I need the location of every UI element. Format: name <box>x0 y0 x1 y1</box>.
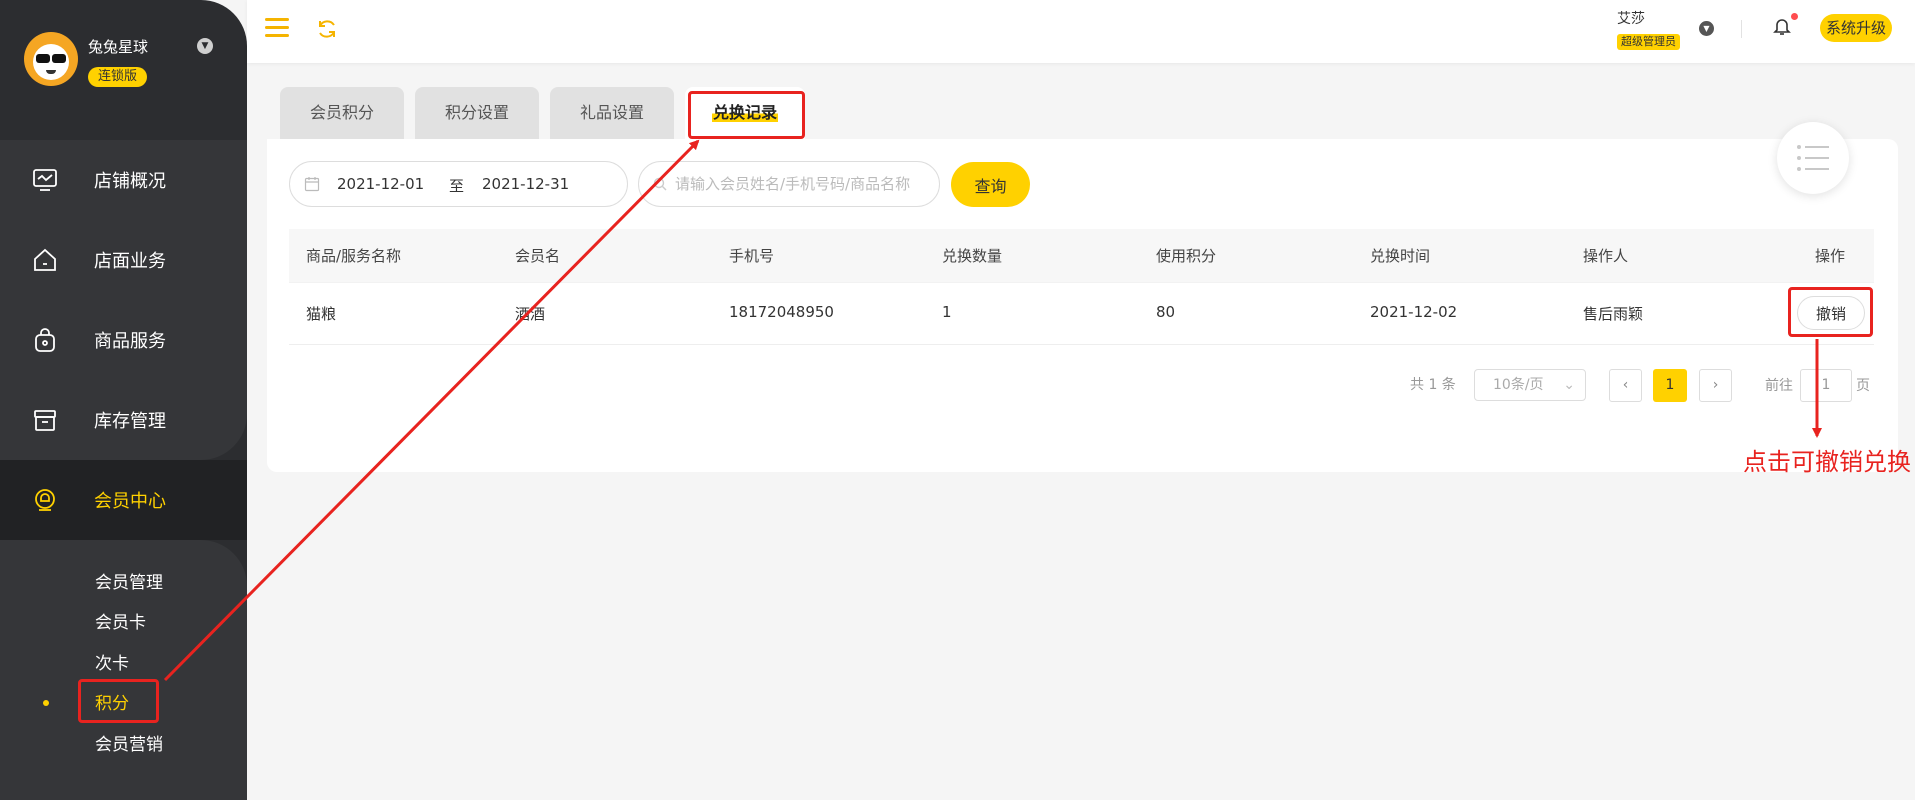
column-header: 手机号 <box>729 247 775 265</box>
date-end: 2021-12-31 <box>482 175 570 193</box>
sidebar-nav: 店铺概况 店面业务 商品服务 库存管理 会员中心 <box>0 140 247 540</box>
table-cell: 猫粮 <box>306 305 337 323</box>
tab-points-settings[interactable]: 积分设置 <box>415 87 539 139</box>
tab-gift-settings[interactable]: 礼品设置 <box>550 87 674 139</box>
pagination-total: 共 1 条 <box>1410 377 1456 393</box>
bag-icon <box>30 325 60 355</box>
search-input[interactable] <box>675 174 925 194</box>
table-cell: 2021-12-02 <box>1370 303 1458 321</box>
sidebar-item-label: 店铺概况 <box>94 171 166 192</box>
divider <box>1741 20 1742 38</box>
annotation-box-tab <box>688 91 805 139</box>
member-subnav: 会员管理 会员卡 次卡 积分 会员营销 <box>0 560 247 763</box>
bell-icon[interactable] <box>1773 16 1791 36</box>
table-cell: 80 <box>1156 303 1176 321</box>
table-cell: 酒酒 <box>515 305 546 323</box>
active-dot <box>43 699 49 706</box>
sidebar-item-store-overview[interactable]: 店铺概况 <box>0 140 247 220</box>
table-cell: 1 <box>942 303 952 321</box>
column-header: 商品/服务名称 <box>306 247 402 265</box>
chevron-left-icon: ‹ <box>1622 377 1629 393</box>
date-separator: 至 <box>449 177 465 195</box>
column-header: 操作 <box>1815 247 1846 265</box>
annotation-box-points <box>78 679 159 723</box>
avatar-glass <box>36 54 50 63</box>
avatar[interactable] <box>24 32 78 86</box>
sidebar-item-label: 店面业务 <box>94 251 166 272</box>
query-button[interactable]: 查询 <box>951 162 1030 207</box>
list-icon <box>1797 145 1829 171</box>
chevron-right-icon: › <box>1712 377 1719 393</box>
annotation-box-revoke <box>1788 287 1873 337</box>
subnav-item-times-card[interactable]: 次卡 <box>0 641 247 682</box>
hamburger-icon[interactable] <box>265 18 289 38</box>
column-header: 使用积分 <box>1156 247 1217 265</box>
goto-page-input[interactable]: 1 <box>1800 369 1852 402</box>
calendar-icon <box>304 177 320 192</box>
store-header: 兔兔星球 ▼ 连锁版 <box>0 0 247 140</box>
date-range-picker[interactable]: 2021-12-01 至 2021-12-31 <box>289 161 628 207</box>
sidebar-item-label: 会员中心 <box>94 491 166 512</box>
member-icon <box>30 485 60 515</box>
sidebar-item-label: 商品服务 <box>94 331 166 352</box>
column-header: 兑换时间 <box>1370 247 1431 265</box>
goto-label: 前往 <box>1765 378 1793 394</box>
tab-member-points[interactable]: 会员积分 <box>280 87 404 139</box>
notification-dot <box>1791 13 1798 20</box>
date-start: 2021-12-01 <box>337 175 425 193</box>
chevron-down-icon[interactable]: ▼ <box>1699 21 1714 36</box>
page-suffix: 页 <box>1856 378 1870 394</box>
system-upgrade-button[interactable]: 系统升级 <box>1820 14 1893 42</box>
avatar-glass <box>52 54 66 63</box>
user-name[interactable]: 艾莎 <box>1617 8 1645 28</box>
column-header: 会员名 <box>515 247 561 265</box>
subnav-item-member-card[interactable]: 会员卡 <box>0 601 247 642</box>
table-cell: 售后雨颖 <box>1583 305 1644 323</box>
home-icon <box>30 245 60 275</box>
sidebar-item-label: 库存管理 <box>94 411 166 432</box>
table-header: 商品/服务名称 会员名 手机号 兑换数量 使用积分 兑换时间 操作人 操作 <box>289 229 1874 282</box>
top-bar: 艾莎 超级管理员 ▼ 系统升级 <box>247 0 1915 63</box>
monitor-icon <box>30 165 60 195</box>
page-size-select[interactable]: 10条/页 ⌄ <box>1474 369 1586 401</box>
column-header: 操作人 <box>1583 247 1629 265</box>
sidebar-item-store-business[interactable]: 店面业务 <box>0 220 247 300</box>
box-icon <box>30 405 60 435</box>
next-page-button[interactable]: › <box>1699 369 1732 402</box>
subnav-item-member-marketing[interactable]: 会员营销 <box>0 722 247 763</box>
role-badge: 超级管理员 <box>1617 34 1680 50</box>
chevron-down-icon[interactable]: ▼ <box>197 38 213 54</box>
sidebar-item-member-center[interactable]: 会员中心 <box>0 460 247 540</box>
annotation-note: 点击可撤销兑换 <box>1743 448 1911 476</box>
page-number-current[interactable]: 1 <box>1653 369 1687 402</box>
edition-badge: 连锁版 <box>88 67 148 87</box>
search-icon <box>653 177 667 191</box>
chevron-down-icon: ⌄ <box>1563 377 1575 393</box>
refresh-icon[interactable] <box>315 17 339 41</box>
prev-page-button[interactable]: ‹ <box>1609 369 1642 402</box>
column-header: 兑换数量 <box>942 247 1003 265</box>
table-row: 猫粮 酒酒 18172048950 1 80 2021-12-02 售后雨颖 <box>289 282 1874 345</box>
sidebar-item-goods-service[interactable]: 商品服务 <box>0 300 247 380</box>
table-cell: 18172048950 <box>729 303 834 321</box>
float-menu-button[interactable] <box>1777 122 1849 194</box>
sidebar-item-inventory[interactable]: 库存管理 <box>0 380 247 460</box>
search-field[interactable] <box>638 161 940 207</box>
store-name: 兔兔星球 <box>88 38 149 56</box>
page-size-value: 10条/页 <box>1493 377 1544 393</box>
subnav-item-member-management[interactable]: 会员管理 <box>0 560 247 601</box>
